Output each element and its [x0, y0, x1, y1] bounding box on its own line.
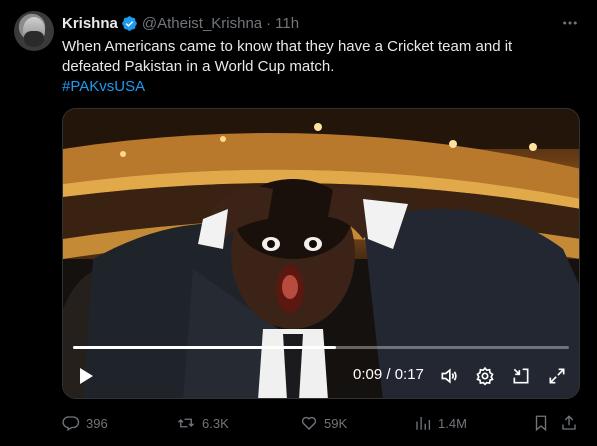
reply-icon	[62, 416, 80, 431]
video-time: 0:09 / 0:17	[353, 366, 424, 383]
reply-count: 396	[86, 415, 108, 431]
tweet-time[interactable]: 11h	[275, 15, 299, 32]
tweet-text-line-1: When Americans came to know that they ha…	[62, 38, 513, 55]
views-count: 1.4M	[438, 415, 467, 431]
share-icon	[562, 415, 576, 430]
video-controls: 0:09 / 0:17	[63, 361, 579, 391]
fullscreen-icon[interactable]	[546, 365, 568, 387]
tweet-text: When Americans came to know that they ha…	[62, 37, 572, 97]
views-icon	[416, 417, 431, 430]
like-count: 59K	[324, 415, 348, 431]
avatar[interactable]	[14, 11, 54, 51]
views-button[interactable]: 1.4M	[414, 412, 467, 434]
repost-count: 6.3K	[202, 415, 229, 431]
bookmark-button[interactable]	[532, 412, 556, 434]
author-name[interactable]: Krishna	[62, 15, 118, 32]
tweet-text-line-2: defeated Pakistan in a World Cup match.	[62, 58, 335, 75]
minimize-icon[interactable]	[510, 365, 532, 387]
video-player[interactable]: 0:09 / 0:17	[62, 108, 580, 399]
more-icon[interactable]	[561, 14, 579, 32]
repost-icon	[178, 418, 194, 428]
separator: ·	[266, 14, 272, 32]
tweet: Krishna @Atheist_Krishna · 11h When Amer…	[0, 0, 597, 446]
video-progress-bar[interactable]	[73, 346, 569, 349]
verified-icon[interactable]	[121, 15, 138, 32]
video-frame	[63, 109, 579, 398]
bookmark-icon	[535, 415, 547, 432]
like-button[interactable]: 59K	[300, 412, 347, 434]
video-progress-fill	[73, 346, 336, 349]
reply-button[interactable]: 396	[62, 412, 108, 434]
author-handle[interactable]: @Atheist_Krishna	[142, 15, 262, 32]
like-icon	[301, 416, 317, 430]
share-button[interactable]	[560, 412, 584, 434]
tweet-header: Krishna @Atheist_Krishna · 11h	[62, 13, 299, 33]
volume-icon[interactable]	[438, 365, 460, 387]
tweet-actions: 396 6.3K 59K 1.4M	[62, 412, 582, 434]
play-icon[interactable]	[75, 365, 97, 387]
hashtag-link[interactable]: #PAKvsUSA	[62, 77, 572, 97]
avatar-beard	[24, 31, 44, 47]
settings-icon[interactable]	[474, 365, 496, 387]
repost-button[interactable]: 6.3K	[176, 412, 229, 434]
